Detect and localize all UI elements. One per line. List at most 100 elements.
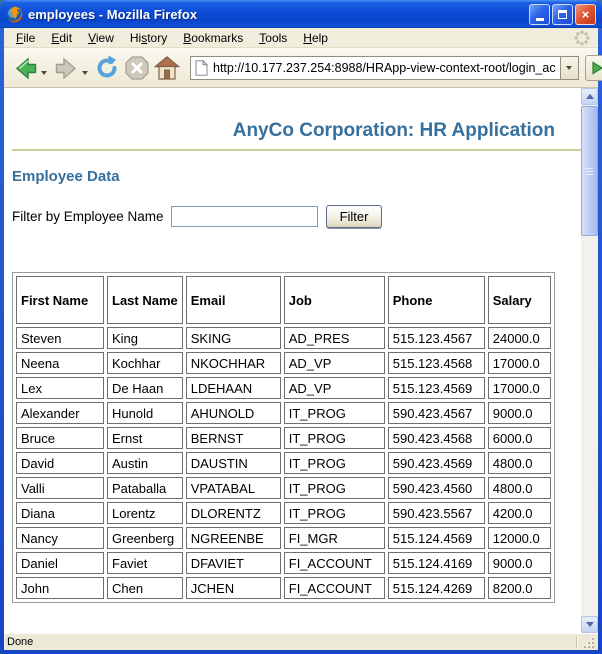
- column-header: First Name: [16, 276, 104, 324]
- stop-button[interactable]: [122, 53, 152, 83]
- table-cell: VPATABAL: [186, 477, 281, 499]
- table-cell: 8200.0: [488, 577, 551, 599]
- column-header: Last Name: [107, 276, 183, 324]
- employee-table-body: StevenKingSKINGAD_PRES515.123.456724000.…: [16, 327, 551, 599]
- table-cell: Greenberg: [107, 527, 183, 549]
- scrollbar-track[interactable]: [581, 236, 598, 616]
- table-cell: 515.124.4169: [388, 552, 485, 574]
- titlebar[interactable]: employees - Mozilla Firefox ×: [0, 0, 602, 28]
- table-row: DanielFavietDFAVIETFI_ACCOUNT515.124.416…: [16, 552, 551, 574]
- resize-grip[interactable]: [581, 636, 595, 649]
- table-cell: 590.423.4560: [388, 477, 485, 499]
- table-cell: Diana: [16, 502, 104, 524]
- url-dropdown-button[interactable]: [561, 56, 579, 80]
- back-dropdown-icon[interactable]: [41, 71, 47, 75]
- table-cell: Neena: [16, 352, 104, 374]
- close-button[interactable]: ×: [575, 4, 596, 25]
- back-button[interactable]: [10, 53, 51, 84]
- menu-history[interactable]: History: [122, 29, 175, 47]
- menu-bookmarks[interactable]: Bookmarks: [175, 29, 251, 47]
- table-row: LexDe HaanLDEHAANAD_VP515.123.456917000.…: [16, 377, 551, 399]
- table-row: JohnChenJCHENFI_ACCOUNT515.124.42698200.…: [16, 577, 551, 599]
- minimize-button[interactable]: [529, 4, 550, 25]
- menu-edit[interactable]: Edit: [43, 29, 80, 47]
- header-row: First NameLast NameEmailJobPhoneSalary: [16, 276, 551, 324]
- table-cell: 590.423.4567: [388, 402, 485, 424]
- page-title: AnyCo Corporation: HR Application: [12, 120, 555, 142]
- menu-help[interactable]: Help: [295, 29, 336, 47]
- home-icon: [153, 54, 181, 82]
- table-cell: Nancy: [16, 527, 104, 549]
- scroll-down-icon: [586, 622, 594, 627]
- employee-table: First NameLast NameEmailJobPhoneSalary S…: [12, 272, 555, 603]
- table-cell: SKING: [186, 327, 281, 349]
- forward-icon: [52, 54, 81, 83]
- home-button[interactable]: [152, 53, 182, 83]
- table-cell: De Haan: [107, 377, 183, 399]
- status-text: Done: [7, 636, 33, 648]
- browser-content: AnyCo Corporation: HR Application Employ…: [4, 88, 598, 633]
- filter-input[interactable]: [171, 206, 318, 227]
- table-cell: 12000.0: [488, 527, 551, 549]
- filter-button[interactable]: Filter: [326, 205, 383, 228]
- table-cell: DLORENTZ: [186, 502, 281, 524]
- table-cell: IT_PROG: [284, 402, 385, 424]
- maximize-button[interactable]: [552, 4, 573, 25]
- table-row: AlexanderHunoldAHUNOLDIT_PROG590.423.456…: [16, 402, 551, 424]
- scrollbar-thumb[interactable]: [581, 106, 598, 236]
- table-cell: NGREENBE: [186, 527, 281, 549]
- page-icon: [195, 60, 208, 76]
- table-cell: Alexander: [16, 402, 104, 424]
- statusbar: Done: [4, 633, 598, 650]
- table-cell: NKOCHHAR: [186, 352, 281, 374]
- reload-icon: [93, 54, 121, 82]
- table-cell: Chen: [107, 577, 183, 599]
- table-cell: IT_PROG: [284, 502, 385, 524]
- table-cell: Austin: [107, 452, 183, 474]
- table-cell: JCHEN: [186, 577, 281, 599]
- scroll-up-button[interactable]: [581, 88, 598, 105]
- table-cell: 9000.0: [488, 402, 551, 424]
- table-cell: 590.423.5567: [388, 502, 485, 524]
- table-cell: 9000.0: [488, 552, 551, 574]
- menu-tools[interactable]: Tools: [251, 29, 295, 47]
- table-cell: 17000.0: [488, 377, 551, 399]
- table-row: NancyGreenbergNGREENBEFI_MGR515.124.4569…: [16, 527, 551, 549]
- scroll-down-button[interactable]: [581, 616, 598, 633]
- section-title: Employee Data: [12, 168, 581, 185]
- table-cell: FI_ACCOUNT: [284, 577, 385, 599]
- table-cell: Kochhar: [107, 352, 183, 374]
- throbber-icon: [574, 30, 590, 46]
- table-cell: 515.123.4569: [388, 377, 485, 399]
- back-icon: [11, 54, 40, 83]
- table-cell: LDEHAAN: [186, 377, 281, 399]
- menu-view[interactable]: View: [80, 29, 122, 47]
- table-cell: Hunold: [107, 402, 183, 424]
- table-cell: 6000.0: [488, 427, 551, 449]
- filter-label: Filter by Employee Name: [12, 209, 164, 224]
- url-input[interactable]: http://10.177.237.254:8988/HRApp-view-co…: [190, 56, 561, 80]
- table-cell: FI_MGR: [284, 527, 385, 549]
- table-row: StevenKingSKINGAD_PRES515.123.456724000.…: [16, 327, 551, 349]
- reload-button[interactable]: [92, 53, 122, 83]
- table-cell: King: [107, 327, 183, 349]
- table-cell: Lorentz: [107, 502, 183, 524]
- table-cell: 515.123.4568: [388, 352, 485, 374]
- go-button[interactable]: [585, 55, 602, 81]
- menubar: FileEditViewHistoryBookmarksToolsHelp: [4, 28, 598, 48]
- column-header: Phone: [388, 276, 485, 324]
- table-cell: AD_VP: [284, 377, 385, 399]
- scroll-up-icon: [586, 94, 594, 99]
- menu-file[interactable]: File: [8, 29, 43, 47]
- forward-button[interactable]: [51, 53, 92, 84]
- table-row: ValliPataballaVPATABALIT_PROG590.423.456…: [16, 477, 551, 499]
- table-cell: FI_ACCOUNT: [284, 552, 385, 574]
- table-row: DianaLorentzDLORENTZIT_PROG590.423.55674…: [16, 502, 551, 524]
- employee-table-head: First NameLast NameEmailJobPhoneSalary: [16, 276, 551, 324]
- vertical-scrollbar: [581, 88, 598, 633]
- table-cell: John: [16, 577, 104, 599]
- table-cell: David: [16, 452, 104, 474]
- table-cell: Daniel: [16, 552, 104, 574]
- forward-dropdown-icon[interactable]: [82, 71, 88, 75]
- firefox-icon: [6, 6, 23, 23]
